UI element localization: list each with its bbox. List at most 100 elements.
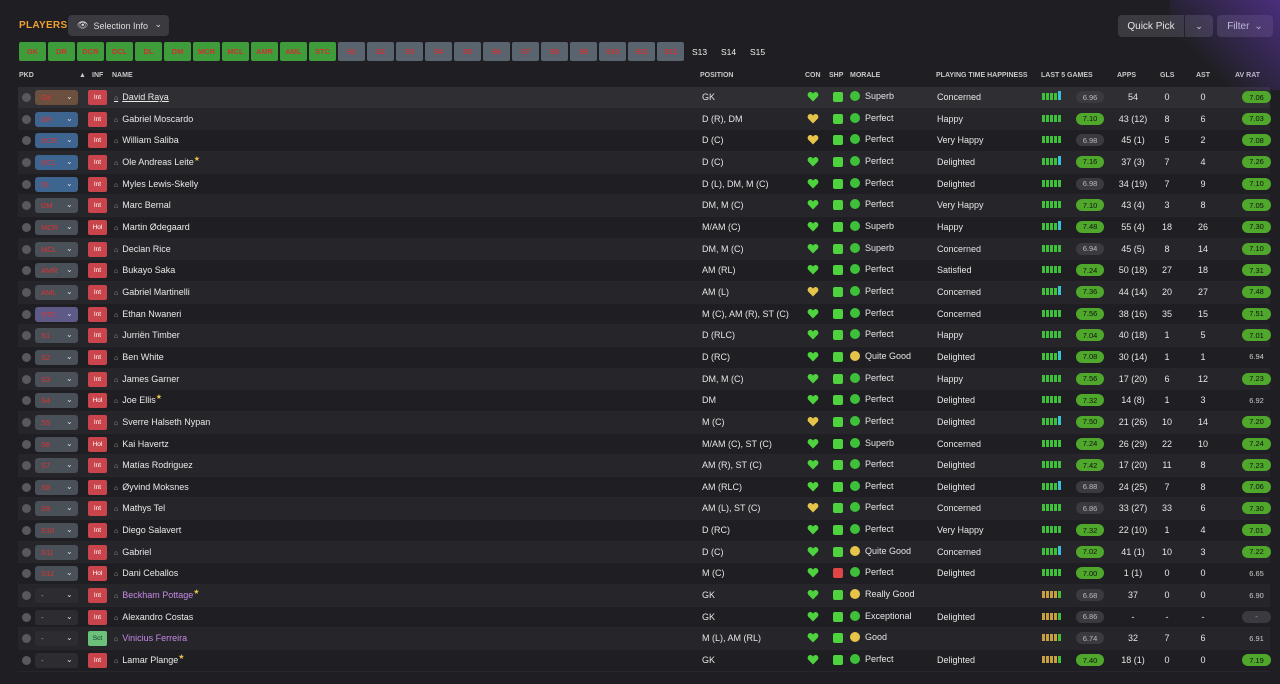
position-button-dm[interactable]: DM (164, 42, 191, 61)
chevron-down-icon[interactable]: ⌄ (66, 655, 73, 664)
row-checkbox[interactable] (22, 287, 31, 297)
chevron-down-icon[interactable]: ⌄ (66, 439, 73, 448)
player-name[interactable]: ⌂ Diego Salavert (114, 525, 181, 535)
position-button-aml[interactable]: AML (280, 42, 307, 61)
row-checkbox[interactable] (22, 222, 31, 232)
chevron-down-icon[interactable]: ⌄ (66, 374, 73, 383)
position-button-dcl[interactable]: DCL (106, 42, 133, 61)
player-name[interactable]: ⌂ Mathys Tel (114, 503, 165, 513)
player-name[interactable]: ⌂ Sverre Halseth Nypan (114, 417, 210, 427)
col-morale[interactable]: MORALE (850, 72, 880, 79)
position-button-s15[interactable]: S15 (744, 42, 771, 61)
row-checkbox[interactable] (22, 461, 31, 471)
player-name[interactable]: ⌂ Dani Ceballos (114, 568, 178, 578)
col-apps[interactable]: APPS (1117, 72, 1136, 79)
table-row[interactable]: S11 ⌄ Int ⌂ Gabriel D (C) Quite Good Concerned 7… (18, 541, 1271, 564)
chevron-down-icon[interactable]: ⌄ (66, 200, 73, 209)
row-checkbox[interactable] (22, 374, 31, 384)
player-name[interactable]: ⌂ Myles Lewis-Skelly (114, 179, 198, 189)
player-name[interactable]: ⌂ William Saliba (114, 135, 179, 145)
table-row[interactable]: S2 ⌄ Int ⌂ Ben White D (RC) Quite Good Delighte… (18, 347, 1270, 369)
table-row[interactable]: DCL ⌄ Int ⌂ Ole Andreas Leite★ D (C) Perfect De… (18, 151, 1271, 174)
table-row[interactable]: S8 ⌄ Int ⌂ Øyvind Moksnes AM (RLC) Perfect Deli… (18, 477, 1271, 499)
row-checkbox[interactable] (22, 591, 31, 601)
position-button-gk[interactable]: GK (19, 42, 46, 61)
row-checkbox[interactable] (22, 634, 31, 644)
chevron-down-icon[interactable]: ⌄ (66, 179, 73, 188)
table-row[interactable]: AML ⌄ Int ⌂ Gabriel Martinelli AM (L) Perfect C… (18, 281, 1271, 304)
chevron-down-icon[interactable]: ⌄ (66, 612, 73, 621)
position-button-s1[interactable]: S1 (338, 42, 365, 61)
col-avrat[interactable]: AV RAT (1235, 72, 1260, 79)
row-checkbox[interactable] (22, 201, 31, 211)
table-row[interactable]: DR ⌄ Int ⌂ Gabriel Moscardo D (R), DM Perfect H… (18, 108, 1271, 131)
sort-arrow-icon[interactable]: ▲ (79, 72, 86, 79)
row-checkbox[interactable] (22, 612, 31, 622)
position-button-s12[interactable]: S12 (657, 42, 684, 61)
player-name[interactable]: ⌂ Ole Andreas Leite★ (114, 156, 200, 167)
row-checkbox[interactable] (22, 136, 31, 146)
chevron-down-icon[interactable]: ⌄ (66, 309, 73, 318)
chevron-down-icon[interactable]: ⌄ (66, 525, 73, 534)
player-name[interactable]: ⌂ Joe Ellis★ (114, 394, 162, 405)
col-pkd[interactable]: PKD (19, 72, 34, 79)
table-row[interactable]: MCL ⌄ Int ⌂ Declan Rice DM, M (C) Superb Concer… (18, 238, 1271, 261)
chevron-down-icon[interactable]: ⌄ (66, 417, 73, 426)
position-button-s2[interactable]: S2 (367, 42, 394, 61)
row-checkbox[interactable] (22, 482, 31, 492)
row-checkbox[interactable] (22, 114, 31, 124)
position-button-dcr[interactable]: DCR (77, 42, 104, 61)
col-position[interactable]: POSITION (700, 72, 733, 79)
player-name[interactable]: ⌂ Vinicius Ferreira (114, 633, 187, 643)
player-name[interactable]: ⌂ Ben White (114, 352, 164, 362)
col-gls[interactable]: GLS (1160, 72, 1174, 79)
chevron-down-icon[interactable]: ⌄ (66, 114, 73, 123)
row-checkbox[interactable] (22, 656, 31, 666)
row-checkbox[interactable] (22, 179, 31, 189)
chevron-down-icon[interactable]: ⌄ (66, 590, 73, 599)
player-name[interactable]: ⌂ Gabriel Moscardo (114, 114, 193, 124)
player-name[interactable]: ⌂ Matías Rodriguez (114, 460, 193, 470)
position-button-mcl[interactable]: MCL (222, 42, 249, 61)
table-row[interactable]: DL ⌄ Int ⌂ Myles Lewis-Skelly D (L), DM, M (C… (18, 174, 1271, 196)
row-checkbox[interactable] (22, 439, 31, 449)
player-name[interactable]: ⌂ Marc Bernal (114, 200, 171, 210)
row-checkbox[interactable] (22, 352, 31, 362)
row-checkbox[interactable] (22, 417, 31, 427)
quick-pick-dropdown-icon[interactable]: ⌄ (1185, 15, 1213, 37)
table-row[interactable]: - ⌄ Int ⌂ Alexandro Costas GK Exceptional Delig… (18, 607, 1271, 629)
row-checkbox[interactable] (22, 526, 31, 536)
row-checkbox[interactable] (22, 309, 31, 319)
chevron-down-icon[interactable]: ⌄ (66, 547, 73, 556)
position-button-s13[interactable]: S13 (686, 42, 713, 61)
quick-pick-button[interactable]: Quick Pick (1118, 15, 1184, 37)
chevron-down-icon[interactable]: ⌄ (66, 222, 73, 231)
position-button-s6[interactable]: S6 (483, 42, 510, 61)
player-name[interactable]: ⌂ Gabriel (114, 547, 151, 557)
position-button-s14[interactable]: S14 (715, 42, 742, 61)
position-button-mcr[interactable]: MCR (193, 42, 220, 61)
row-checkbox[interactable] (22, 396, 31, 406)
position-button-s11[interactable]: S11 (628, 42, 655, 61)
filter-button[interactable]: Filter ⌄ (1217, 15, 1273, 37)
chevron-down-icon[interactable]: ⌄ (66, 482, 73, 491)
player-name[interactable]: ⌂ Øyvind Moksnes (114, 482, 189, 492)
table-row[interactable]: - ⌄ Int ⌂ Lamar Plange★ GK Perfect Delighted 7.4… (18, 650, 1271, 672)
position-button-dr[interactable]: DR (48, 42, 75, 61)
chevron-down-icon[interactable]: ⌄ (66, 135, 73, 144)
player-name[interactable]: ⌂ Jurriën Timber (114, 330, 180, 340)
table-row[interactable]: S6 ⌄ Hol ⌂ Kai Havertz M/AM (C), ST (C) Superb… (18, 434, 1271, 456)
position-button-s7[interactable]: S7 (512, 42, 539, 61)
position-button-s9[interactable]: S9 (570, 42, 597, 61)
chevron-down-icon[interactable]: ⌄ (66, 460, 73, 469)
position-button-s8[interactable]: S8 (541, 42, 568, 61)
table-row[interactable]: S12 ⌄ Hol ⌂ Dani Ceballos M (C) Perfect Delight… (18, 563, 1270, 586)
table-row[interactable]: - ⌄ Int ⌂ Beckham Pottage★ GK Really Good 6.68 3… (18, 585, 1270, 607)
row-checkbox[interactable] (22, 569, 31, 579)
player-name[interactable]: ⌂ Bukayo Saka (114, 265, 175, 275)
row-checkbox[interactable] (22, 93, 31, 102)
col-playing-time[interactable]: PLAYING TIME HAPPINESS (936, 72, 1028, 79)
position-button-s5[interactable]: S5 (454, 42, 481, 61)
player-name[interactable]: ⌂ James Garner (114, 374, 179, 384)
chevron-down-icon[interactable]: ⌄ (66, 352, 73, 361)
